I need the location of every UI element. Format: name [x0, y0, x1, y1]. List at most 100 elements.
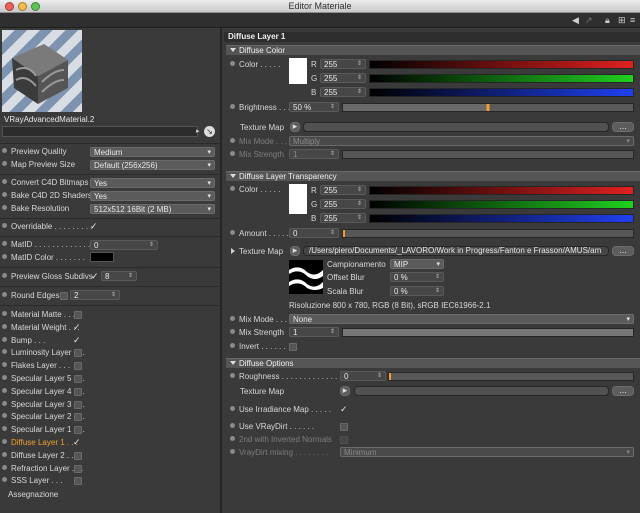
layer-checkbox[interactable] [74, 387, 82, 396]
layer-checkbox[interactable] [74, 477, 82, 486]
tr-g-field[interactable]: 255 ⇕ [320, 199, 366, 209]
diffuse-options-section[interactable]: Diffuse Options [226, 358, 640, 368]
vraydirt-mixing-select[interactable]: Minimum ▾ [340, 447, 634, 457]
layer-checkbox[interactable] [74, 400, 82, 409]
tr-b-field[interactable]: 255 ⇕ [320, 213, 366, 223]
lock-icon[interactable]: 🔒︎ [605, 15, 610, 26]
layer-checkbox[interactable] [74, 426, 82, 435]
offset-blur-field[interactable]: 0 % ⇕ [390, 272, 444, 282]
amount-field[interactable]: 0 ⇕ [289, 228, 339, 238]
layer-item[interactable]: Specular Layer 2 . . . [2, 412, 85, 422]
layer-checkbox[interactable] [74, 349, 82, 358]
material-preview[interactable] [2, 30, 82, 112]
mix-mode-select[interactable]: Multiply ▾ [289, 136, 634, 146]
layer-item[interactable]: Specular Layer 3 . . . [2, 400, 85, 410]
layer-item[interactable]: Diffuse Layer 2 . . . [2, 451, 78, 461]
transparency-texture-browse-button[interactable]: ... [612, 246, 634, 256]
bake-shaders-select[interactable]: Yes ▾ [90, 191, 215, 201]
mix-strength-slider[interactable] [342, 150, 634, 159]
r-slider[interactable] [369, 60, 634, 69]
layer-item[interactable]: SSS Layer . . . [2, 476, 63, 486]
layer-checkbox[interactable]: ✓ [73, 322, 81, 332]
layer-checkbox[interactable] [74, 413, 82, 422]
transparency-color-swatch[interactable] [289, 184, 307, 214]
assignment-tab[interactable]: Assegnazione [8, 490, 58, 500]
pick-material-icon[interactable]: ↘ [204, 126, 215, 137]
brightness-field[interactable]: 50 % ⇕ [289, 102, 339, 112]
layer-item[interactable]: Specular Layer 4 . . . [2, 387, 85, 397]
b-slider[interactable] [369, 88, 634, 97]
transparency-texture-arrow-icon[interactable]: ▸ [290, 246, 300, 256]
layer-checkbox[interactable] [74, 362, 82, 371]
texture-map-field[interactable] [303, 122, 609, 132]
tr-r-slider[interactable] [369, 186, 634, 195]
tr-b-slider[interactable] [369, 214, 634, 223]
transparency-texture-path[interactable]: /Users/piero/Documents/_LAVORO/Work in P… [303, 246, 609, 256]
vraydirt-checkbox[interactable] [340, 423, 348, 431]
matid-color-swatch[interactable] [90, 252, 114, 262]
layer-checkbox[interactable]: ✓ [73, 335, 81, 345]
layer-checkbox[interactable] [74, 311, 82, 319]
transparency-texture-label: Texture Map [231, 247, 283, 257]
layer-checkbox[interactable] [74, 451, 82, 460]
layer-checkbox[interactable] [74, 464, 82, 473]
amount-slider[interactable] [342, 229, 634, 238]
brightness-slider[interactable] [342, 103, 634, 112]
roughness-field[interactable]: 0 ⇕ [340, 371, 386, 381]
layer-item[interactable]: Diffuse Layer 1 . . . [2, 438, 78, 448]
layer-item[interactable]: Material Weight . . . [2, 323, 80, 333]
layer-item[interactable]: Specular Layer 5 . . . [2, 374, 85, 384]
color-swatch[interactable] [289, 58, 307, 84]
tr-mix-strength-slider[interactable] [342, 328, 634, 337]
invert-checkbox[interactable] [289, 343, 297, 351]
overridable-checkbox[interactable]: ✓ [90, 222, 98, 231]
back-arrow-icon[interactable]: ◀ [572, 15, 579, 26]
layer-checkbox[interactable]: ✓ [73, 438, 81, 447]
name-field[interactable] [2, 126, 198, 137]
texture-thumbnail[interactable] [289, 260, 323, 294]
matid-field[interactable]: 0 ⇕ [90, 240, 158, 250]
preview-gloss-field[interactable]: 8 ⇕ [101, 271, 137, 281]
layer-item[interactable]: Bump . . . [2, 336, 45, 346]
round-edges-checkbox[interactable] [60, 292, 68, 300]
layer-item[interactable]: Luminosity Layer . . . [2, 348, 85, 358]
g-label: G [311, 74, 318, 83]
preview-gloss-checkbox[interactable]: ✓ [91, 272, 99, 281]
layer-item[interactable]: Flakes Layer . . . [2, 361, 70, 371]
roughness-texture-browse-button[interactable]: ... [612, 386, 634, 396]
mix-strength-field[interactable]: 1 ⇕ [289, 149, 339, 159]
r-field[interactable]: 255 ⇕ [320, 59, 366, 69]
name-field-arrow-icon[interactable]: ▸ [196, 127, 203, 136]
irradiance-checkbox[interactable]: ✓ [340, 405, 348, 414]
diffuse-color-section[interactable]: Diffuse Color [226, 45, 640, 55]
layer-checkbox[interactable] [74, 375, 82, 383]
inverted-normals-checkbox[interactable] [340, 436, 348, 444]
round-edges-field[interactable]: 2 ⇕ [70, 290, 120, 300]
map-preview-size-select[interactable]: Default (256x256) ▾ [90, 160, 215, 170]
transparency-section[interactable]: Diffuse Layer Transparency [226, 171, 640, 181]
menu-icon[interactable]: ≡ [630, 15, 635, 26]
layer-item[interactable]: Specular Layer 1 . . . [2, 425, 85, 435]
tr-r-field[interactable]: 255 ⇕ [320, 185, 366, 195]
layer-item[interactable]: Material Matte . . . [2, 310, 75, 320]
roughness-texture-field[interactable] [354, 386, 609, 396]
b-field[interactable]: 255 ⇕ [320, 87, 366, 97]
sampling-select[interactable]: MIP ▾ [390, 259, 444, 269]
tr-g-slider[interactable] [369, 200, 634, 209]
window-title: Editor Materiale [288, 1, 352, 11]
bake-resolution-select[interactable]: 512x512 16Bit (2 MB) ▾ [90, 204, 215, 214]
new-window-icon[interactable]: ⊞ [618, 15, 626, 26]
g-field[interactable]: 255 ⇕ [320, 73, 366, 83]
scale-blur-field[interactable]: 0 % ⇕ [390, 286, 444, 296]
preview-quality-select[interactable]: Medium ▾ [90, 147, 215, 157]
texture-map-browse-button[interactable]: ... [612, 122, 634, 132]
layer-item[interactable]: Refraction Layer . . . [2, 464, 83, 474]
tr-mix-mode-select[interactable]: None ▾ [289, 314, 634, 324]
roughness-texture-arrow-icon[interactable]: ▸ [340, 386, 350, 396]
tr-mix-strength-field[interactable]: 1 ⇕ [289, 327, 339, 337]
convert-bitmaps-select[interactable]: Yes ▾ [90, 178, 215, 188]
roughness-slider[interactable] [388, 372, 634, 381]
forward-arrow-icon[interactable]: ↗ [585, 15, 593, 26]
g-slider[interactable] [369, 74, 634, 83]
texture-map-arrow-icon[interactable]: ▸ [290, 122, 300, 132]
